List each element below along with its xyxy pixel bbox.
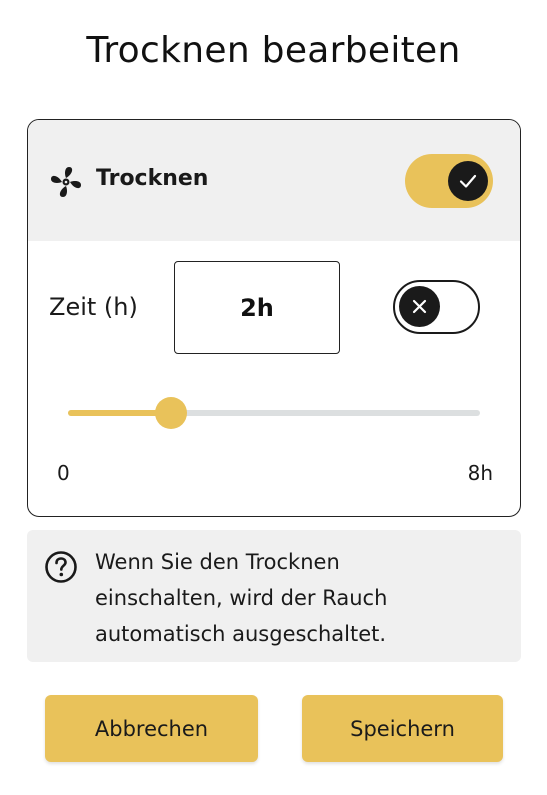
- slider-thumb[interactable]: [155, 397, 187, 429]
- time-toggle[interactable]: [393, 280, 480, 334]
- time-value-field[interactable]: 2h: [174, 261, 340, 354]
- time-slider[interactable]: [68, 390, 480, 440]
- slider-min-label: 0: [57, 461, 70, 485]
- slider-max-label: 8h: [467, 461, 493, 485]
- cancel-button[interactable]: Abbrechen: [45, 695, 258, 762]
- drying-card: Trocknen Zeit (h) 2h 0 8h: [27, 119, 521, 517]
- fan-icon: [51, 167, 81, 197]
- info-text: Wenn Sie den Trocknen einschalten, wird …: [95, 544, 505, 652]
- drying-label: Trocknen: [96, 166, 209, 191]
- info-line: einschalten, wird der Rauch: [95, 586, 388, 610]
- close-icon: [412, 299, 427, 314]
- toggle-knob: [399, 286, 440, 327]
- help-circle-icon: [45, 551, 77, 583]
- info-box: Wenn Sie den Trocknen einschalten, wird …: [27, 530, 521, 662]
- drying-header: Trocknen: [28, 120, 520, 241]
- time-value: 2h: [240, 293, 274, 322]
- info-line: automatisch ausgeschaltet.: [95, 622, 387, 646]
- page-title: Trocknen bearbeiten: [86, 30, 461, 71]
- info-line: Wenn Sie den Trocknen: [95, 550, 340, 574]
- drying-toggle[interactable]: [405, 154, 493, 208]
- edit-drying-dialog: Trocknen bearbeiten Trocknen Zeit (h) 2h…: [0, 0, 547, 795]
- toggle-knob: [448, 161, 488, 201]
- save-button[interactable]: Speichern: [302, 695, 503, 762]
- check-icon: [459, 174, 477, 188]
- time-label: Zeit (h): [49, 293, 138, 321]
